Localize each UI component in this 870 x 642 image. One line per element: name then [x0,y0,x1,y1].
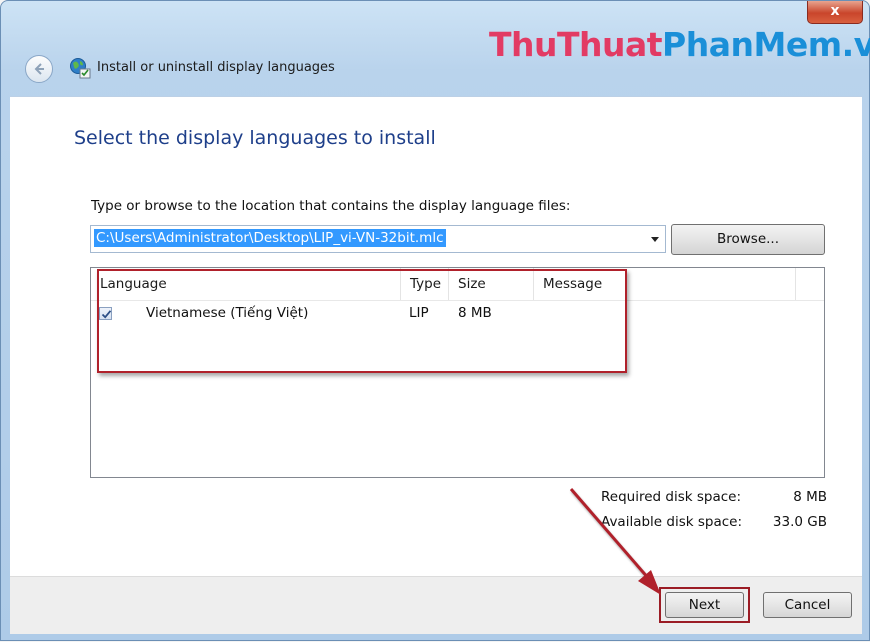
table-row[interactable]: Vietnamese (Tiếng Việt) LIP 8 MB [91,301,824,327]
window-title: Install or uninstall display languages [97,60,335,75]
cell-size: 8 MB [458,305,492,321]
next-button[interactable]: Next [665,592,744,618]
cell-language: Vietnamese (Tiếng Việt) [146,305,309,321]
column-header-size[interactable]: Size [449,268,534,300]
watermark-logo: ThuThuatPhanMem.vn [489,25,870,64]
close-button[interactable]: x [807,1,863,24]
dropdown-arrow-icon[interactable] [651,237,659,242]
back-button[interactable] [25,55,53,83]
path-instruction-label: Type or browse to the location that cont… [91,198,571,214]
watermark-part-2: PhanMem.vn [662,25,870,64]
required-space-label: Required disk space: [601,489,741,505]
installer-window: x ThuThuatPhanMem.vn Install or uninstal… [0,0,870,641]
language-checkbox[interactable] [99,307,112,320]
required-space-value: 8 MB [793,489,827,505]
browse-button[interactable]: Browse... [671,224,825,255]
page-title: Select the display languages to install [74,127,436,149]
file-path-value[interactable]: C:\Users\Administrator\Desktop\LIP_vi-VN… [94,229,446,247]
back-arrow-icon [34,63,44,75]
language-list[interactable]: Language Type Size Message Vietnamese (T… [90,267,825,478]
column-header-language[interactable]: Language [91,268,401,300]
file-path-combobox[interactable]: C:\Users\Administrator\Desktop\LIP_vi-VN… [90,225,666,253]
button-bar: Next Cancel [10,576,862,634]
column-header-type[interactable]: Type [401,268,449,300]
cancel-button[interactable]: Cancel [763,592,852,618]
column-header-message[interactable]: Message [534,268,796,300]
content-area: Select the display languages to install … [10,96,862,577]
list-header: Language Type Size Message [91,268,824,301]
language-globe-icon [70,58,91,79]
cell-type: LIP [409,305,429,321]
watermark-part-1: ThuThuat [489,25,663,64]
available-space-value: 33.0 GB [772,514,827,530]
checkmark-icon [101,310,112,319]
available-space-label: Available disk space: [601,514,743,530]
